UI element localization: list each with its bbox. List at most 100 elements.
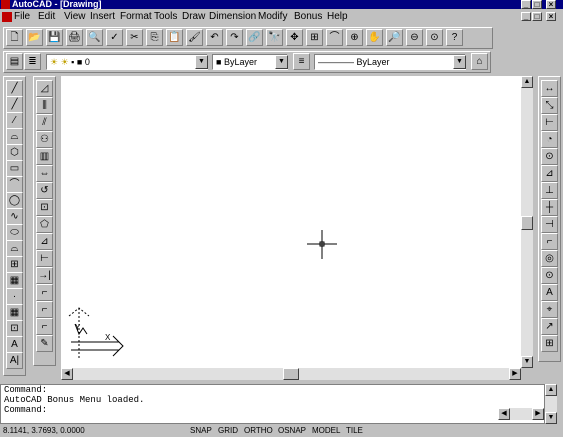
modify-tool-6[interactable]: ↺ [36,182,53,199]
draw-tool-1[interactable]: ╱ [6,96,23,113]
dimension-tool-10[interactable]: ◎ [541,250,558,267]
layer-combo-arrow[interactable]: ▼ [195,55,208,69]
standard-tool-4[interactable]: 🔍 [86,29,103,46]
ortho-toggle[interactable]: ORTHO [244,424,273,437]
command-scroll-up[interactable]: ▲ [545,384,557,396]
horizontal-scroll-thumb[interactable] [283,368,299,380]
modify-tool-1[interactable]: ⫼ [36,97,53,114]
doc-maximize-button[interactable]: □ [532,12,542,21]
menu-draw[interactable]: Draw [182,11,205,22]
standard-tool-11[interactable]: ↷ [226,29,243,46]
modify-tool-9[interactable]: ⊿ [36,233,53,250]
menu-tools[interactable]: Tools [154,11,177,22]
standard-tool-9[interactable]: 🖌 [186,29,203,46]
command-hscroll[interactable]: ◀ ▶ [498,408,544,420]
color-combo-arrow[interactable]: ▼ [275,55,288,69]
standard-tool-0[interactable]: 🗋 [6,29,23,46]
draw-tool-13[interactable]: · [6,288,23,305]
draw-tool-10[interactable]: ⌓ [6,240,23,257]
model-toggle[interactable]: MODEL [312,424,340,437]
draw-tool-15[interactable]: ⊡ [6,320,23,337]
dimension-tool-6[interactable]: ⊥ [541,182,558,199]
standard-tool-19[interactable]: 🔎 [386,29,403,46]
draw-tool-9[interactable]: ⬭ [6,224,23,241]
draw-tool-7[interactable]: ◯ [6,192,23,209]
osnap-toggle[interactable]: OSNAP [278,424,306,437]
draw-tool-11[interactable]: ⊞ [6,256,23,273]
dimension-tool-8[interactable]: ⊣ [541,216,558,233]
dimension-tool-5[interactable]: ⊿ [541,165,558,182]
draw-tool-3[interactable]: ⌓ [6,128,23,145]
draw-tool-2[interactable]: ⁄ [6,112,23,129]
command-scrollbar[interactable]: ▲ ▼ [545,384,557,424]
modify-tool-15[interactable]: ✎ [36,335,53,352]
tile-toggle[interactable]: TILE [346,424,363,437]
layers-icon[interactable]: ▤ [6,53,23,70]
menu-format[interactable]: Format [120,11,152,22]
drawing-area[interactable]: Y X [61,76,521,368]
draw-tool-17[interactable]: A| [6,352,23,369]
modify-tool-4[interactable]: ▥ [36,148,53,165]
draw-tool-8[interactable]: ∿ [6,208,23,225]
autocad-app-icon[interactable] [1,0,10,9]
draw-tool-5[interactable]: ▭ [6,160,23,177]
standard-tool-22[interactable]: ? [446,29,463,46]
command-prompt[interactable]: Command: [4,405,544,415]
doc-minimize-button[interactable]: _ [521,12,531,21]
menu-dimension[interactable]: Dimension [209,11,256,22]
dimension-tool-0[interactable]: ↔ [541,80,558,97]
standard-tool-3[interactable]: 🖨 [66,29,83,46]
dimension-tool-1[interactable]: ⤡ [541,97,558,114]
dimension-tool-11[interactable]: ⊙ [541,267,558,284]
modify-tool-8[interactable]: ⬠ [36,216,53,233]
dimension-tool-4[interactable]: ⊙ [541,148,558,165]
draw-tool-4[interactable]: ⬡ [6,144,23,161]
vertical-scroll-thumb[interactable] [521,216,533,230]
standard-tool-2[interactable]: 💾 [46,29,63,46]
document-icon[interactable] [2,12,12,22]
modify-tool-11[interactable]: →| [36,267,53,284]
standard-tool-16[interactable]: ⌒ [326,29,343,46]
command-window[interactable]: Command: AutoCAD Bonus Menu loaded. Comm… [0,384,545,424]
standard-tool-21[interactable]: ⊙ [426,29,443,46]
draw-tool-0[interactable]: ╱ [6,80,23,97]
standard-tool-5[interactable]: ✓ [106,29,123,46]
draw-tool-6[interactable]: ⌒ [6,176,23,193]
command-scroll-left[interactable]: ◀ [498,408,510,420]
vertical-scrollbar[interactable]: ▲ ▼ [521,76,533,368]
scroll-down-button[interactable]: ▼ [521,356,533,368]
dimension-tool-7[interactable]: ┼ [541,199,558,216]
menu-help[interactable]: Help [327,11,348,22]
menu-bonus[interactable]: Bonus [294,11,322,22]
linetype-icon[interactable]: ≡ [293,53,310,70]
scroll-left-button[interactable]: ◀ [61,368,73,380]
modify-tool-3[interactable]: ⚇ [36,131,53,148]
dimension-tool-2[interactable]: ⊢ [541,114,558,131]
standard-tool-13[interactable]: 🔭 [266,29,283,46]
scroll-up-button[interactable]: ▲ [521,76,533,88]
draw-tool-12[interactable]: ▦ [6,272,23,289]
standard-tool-1[interactable]: 📂 [26,29,43,46]
maximize-button[interactable]: □ [532,0,542,9]
make-layer-current-icon[interactable]: ≣ [24,53,41,70]
dimension-tool-3[interactable]: ◔ [541,131,558,148]
dimension-tool-12[interactable]: A [541,284,558,301]
standard-tool-18[interactable]: ✋ [366,29,383,46]
standard-tool-10[interactable]: ↶ [206,29,223,46]
modify-tool-13[interactable]: ⌐ [36,301,53,318]
menu-file[interactable]: File [14,11,30,22]
standard-tool-8[interactable]: 📋 [166,29,183,46]
dimension-tool-9[interactable]: ⌐ [541,233,558,250]
dimension-tool-14[interactable]: ↗ [541,318,558,335]
minimize-button[interactable]: _ [521,0,531,9]
standard-tool-17[interactable]: ⊕ [346,29,363,46]
modify-tool-12[interactable]: ⌐ [36,284,53,301]
standard-tool-12[interactable]: 🔗 [246,29,263,46]
menu-edit[interactable]: Edit [38,11,55,22]
modify-tool-0[interactable]: ◿ [36,80,53,97]
standard-tool-7[interactable]: ⎘ [146,29,163,46]
dimension-tool-15[interactable]: ⊞ [541,335,558,352]
layer-combo[interactable]: ☀ ☀ ▪ ■ 0 [46,54,208,70]
standard-tool-14[interactable]: ✥ [286,29,303,46]
modify-tool-10[interactable]: ⊢ [36,250,53,267]
